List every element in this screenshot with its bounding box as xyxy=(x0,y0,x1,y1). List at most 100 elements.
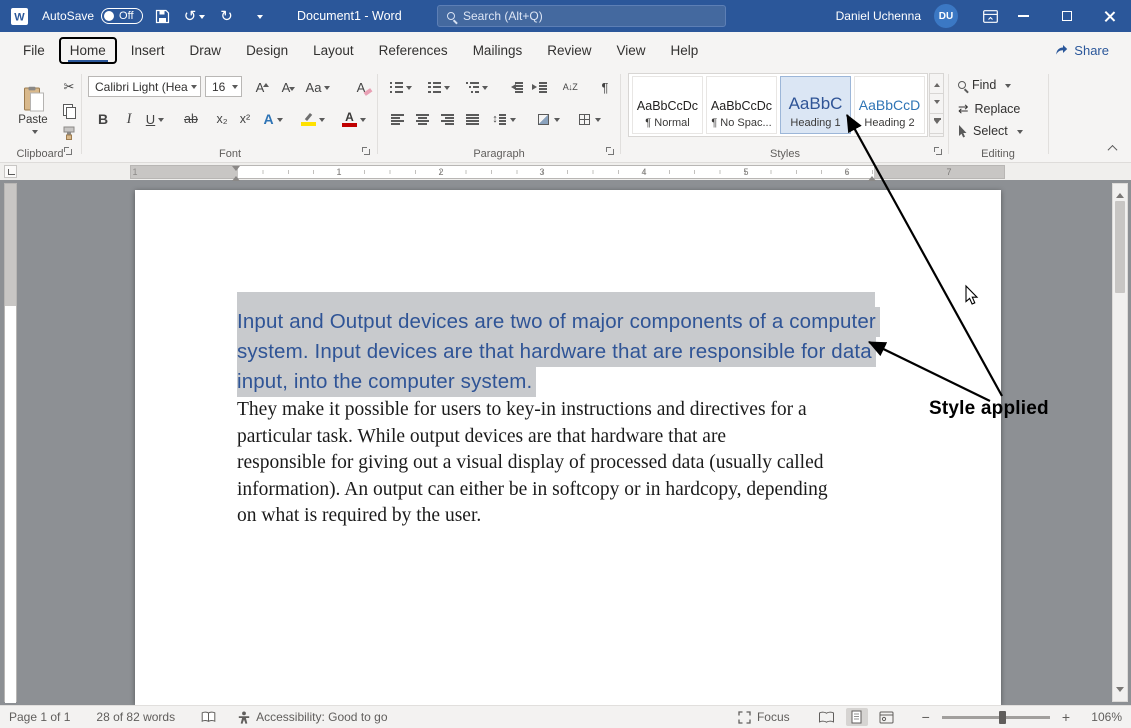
change-case-button[interactable]: Aa xyxy=(302,76,334,98)
style-no-spacing[interactable]: AaBbCcDc ¶ No Spac... xyxy=(706,76,777,134)
styles-more-button[interactable] xyxy=(930,114,943,134)
text-highlight-button[interactable] xyxy=(297,108,329,130)
print-layout-button[interactable] xyxy=(846,708,868,726)
tab-home[interactable]: Home xyxy=(59,37,117,64)
redo-button[interactable]: ↻ xyxy=(215,3,239,29)
replace-button[interactable]: ⇄ Replace xyxy=(958,101,1020,116)
justify-button[interactable] xyxy=(461,108,483,130)
user-name[interactable]: Daniel Uchenna xyxy=(836,9,921,23)
tab-draw[interactable]: Draw xyxy=(179,37,233,64)
styles-gallery-scroll xyxy=(929,73,944,137)
web-layout-button[interactable] xyxy=(876,708,898,726)
align-right-button[interactable] xyxy=(436,108,458,130)
ribbon-display-options-button[interactable] xyxy=(978,3,1002,29)
decrease-indent-button[interactable] xyxy=(504,76,526,98)
underline-button[interactable]: U xyxy=(141,108,169,130)
word-count-status[interactable]: 28 of 82 words xyxy=(96,710,175,724)
page-number-status[interactable]: Page 1 of 1 xyxy=(9,710,70,724)
undo-button[interactable]: ↺ xyxy=(183,3,207,29)
search-box[interactable]: Search (Alt+Q) xyxy=(437,5,726,27)
focus-mode-button[interactable]: Focus xyxy=(738,710,790,724)
paragraph-dialog-launcher[interactable] xyxy=(606,147,616,157)
user-avatar[interactable]: DU xyxy=(934,4,958,28)
copy-button[interactable] xyxy=(58,99,80,121)
autosave-toggle[interactable]: Off xyxy=(101,8,142,24)
maximize-button[interactable] xyxy=(1045,0,1088,32)
tab-insert[interactable]: Insert xyxy=(120,37,176,64)
document-page[interactable]: Input and Output devices are two of majo… xyxy=(135,190,1001,705)
bullets-button[interactable] xyxy=(386,76,416,98)
proofing-status-button[interactable] xyxy=(201,711,216,723)
horizontal-ruler[interactable]: 1 1 2 3 4 5 6 7 xyxy=(130,165,1005,179)
scrollbar-up-icon[interactable] xyxy=(1116,189,1124,198)
tab-references[interactable]: References xyxy=(368,37,459,64)
superscript-button[interactable]: x² xyxy=(234,108,256,130)
bold-button[interactable]: B xyxy=(92,108,114,130)
tab-mailings[interactable]: Mailings xyxy=(462,37,534,64)
scrollbar-thumb[interactable] xyxy=(1115,201,1125,293)
shading-button[interactable] xyxy=(534,108,564,130)
vertical-scrollbar[interactable] xyxy=(1112,183,1128,702)
font-color-button[interactable]: A xyxy=(339,108,369,130)
format-painter-button[interactable] xyxy=(58,122,80,144)
paste-button[interactable]: Paste xyxy=(10,74,56,146)
multilevel-list-button[interactable] xyxy=(462,76,492,98)
share-button[interactable]: Share xyxy=(1055,43,1109,58)
sort-button[interactable]: A↓Z xyxy=(556,76,584,98)
collapse-ribbon-button[interactable] xyxy=(1102,140,1122,156)
select-button[interactable]: Select xyxy=(958,124,1023,138)
font-name-combo[interactable]: Calibri Light (Hea xyxy=(88,76,201,97)
shrink-font-button[interactable]: A xyxy=(274,76,298,98)
minimize-button[interactable] xyxy=(1002,0,1045,32)
increase-indent-button[interactable] xyxy=(528,76,550,98)
find-button[interactable]: Find xyxy=(958,78,1011,92)
grow-font-button[interactable]: A xyxy=(248,76,272,98)
print-layout-icon xyxy=(850,710,863,724)
accessibility-status-label: Accessibility: Good to go xyxy=(256,710,387,724)
tab-file[interactable]: File xyxy=(12,37,56,64)
subscript-button[interactable]: x₂ xyxy=(211,108,233,130)
styles-dialog-launcher[interactable] xyxy=(934,147,944,157)
font-size-combo[interactable]: 16 xyxy=(205,76,242,97)
show-formatting-marks-button[interactable]: ¶ xyxy=(594,76,616,98)
zoom-in-button[interactable]: + xyxy=(1062,709,1070,725)
zoom-slider-thumb[interactable] xyxy=(999,711,1006,724)
clipboard-dialog-launcher[interactable] xyxy=(64,147,74,157)
clear-formatting-button[interactable]: A xyxy=(348,76,374,98)
style-heading-2[interactable]: AaBbCcD Heading 2 xyxy=(854,76,925,134)
styles-scroll-up-button[interactable] xyxy=(930,74,943,94)
zoom-level[interactable]: 106% xyxy=(1086,710,1122,724)
save-button[interactable] xyxy=(151,3,175,29)
customize-quick-access-button[interactable] xyxy=(247,3,271,29)
vertical-ruler[interactable] xyxy=(4,183,17,702)
tab-layout[interactable]: Layout xyxy=(302,37,365,64)
tab-stop-selector[interactable] xyxy=(4,165,17,178)
zoom-out-button[interactable]: − xyxy=(922,709,930,725)
font-dialog-launcher[interactable] xyxy=(362,147,372,157)
align-left-button[interactable] xyxy=(386,108,408,130)
align-center-button[interactable] xyxy=(411,108,433,130)
hanging-indent-marker[interactable] xyxy=(232,172,240,181)
cut-button[interactable]: ✂ xyxy=(58,76,80,98)
right-indent-marker[interactable] xyxy=(868,172,876,181)
zoom-slider[interactable] xyxy=(942,716,1050,719)
style-heading-1[interactable]: AaBbC Heading 1 xyxy=(780,76,851,134)
style-normal[interactable]: AaBbCcDc ¶ Normal xyxy=(632,76,703,134)
accessibility-status-button[interactable]: Accessibility: Good to go xyxy=(238,710,387,724)
styles-scroll-down-button[interactable] xyxy=(930,94,943,114)
tab-review[interactable]: Review xyxy=(536,37,602,64)
italic-button[interactable]: I xyxy=(118,108,140,130)
borders-button[interactable] xyxy=(575,108,605,130)
strikethrough-button[interactable]: ab xyxy=(180,108,202,130)
tab-view[interactable]: View xyxy=(605,37,656,64)
tab-design[interactable]: Design xyxy=(235,37,299,64)
heading-line: system. Input devices are that hardware … xyxy=(237,337,885,367)
numbering-button[interactable] xyxy=(424,76,454,98)
close-button[interactable] xyxy=(1088,0,1131,32)
multilevel-caret xyxy=(482,86,488,93)
read-mode-button[interactable] xyxy=(816,708,838,726)
tab-help[interactable]: Help xyxy=(660,37,710,64)
line-spacing-button[interactable]: ↕ xyxy=(489,108,519,130)
scrollbar-down-icon[interactable] xyxy=(1116,687,1124,696)
text-effects-button[interactable]: A xyxy=(259,108,287,130)
